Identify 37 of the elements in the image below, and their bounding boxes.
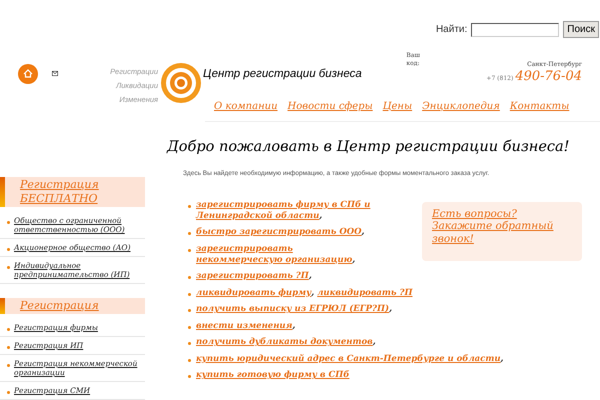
bullet-icon [7, 266, 10, 269]
bullet-icon [188, 204, 191, 208]
service-item[interactable]: получить дубликаты документов, [196, 337, 379, 348]
bullet-icon [188, 358, 191, 362]
bullet-icon [7, 346, 10, 349]
bullet-icon [188, 342, 191, 346]
search-button[interactable]: Поиск [563, 21, 599, 38]
home-icon[interactable] [18, 64, 38, 84]
service-item[interactable]: получить выписку из ЕГРЮЛ (ЕГР?П), [196, 304, 396, 316]
bullet-icon [7, 248, 10, 251]
bullet-icon [188, 276, 191, 280]
bullet-icon [188, 326, 191, 329]
bullet-icon [7, 391, 10, 394]
bullet-icon [7, 328, 10, 331]
phone-number: 490-76-04 [515, 68, 582, 86]
logo-text[interactable]: Центр регистрации бизнеса [203, 66, 362, 84]
service-item[interactable]: зарегистрировать ?П, [196, 271, 315, 282]
service-item[interactable]: зарегистрировать некоммерческую организацию, [196, 244, 382, 266]
accent-bar [0, 298, 5, 314]
bullet-icon [188, 232, 191, 236]
target-logo-icon [160, 62, 202, 104]
search-field[interactable] [471, 22, 560, 36]
bullet-icon [7, 221, 10, 224]
page-heading: Добро пожаловать в Центр регистрации бизнеса! [167, 138, 571, 157]
bullet-icon [188, 309, 191, 312]
service-item[interactable]: купить юридический адрес в Санкт-Петербурге и области, [196, 354, 506, 365]
bullet-icon [188, 248, 191, 252]
service-item[interactable]: быстро зарегистрировать ООО, [196, 227, 368, 238]
bullet-icon [188, 292, 191, 296]
search-label: Найти: [436, 23, 468, 37]
bullet-icon [188, 375, 191, 378]
bullet-icon [7, 364, 10, 367]
mail-icon[interactable] [52, 71, 58, 76]
service-item[interactable]: внести изменения, [196, 320, 298, 332]
service-item[interactable]: ликвидировать фирму, ликвидировать ?П [196, 288, 412, 299]
accent-bar [0, 177, 5, 207]
service-item[interactable]: зарегистрировать фирму в СПб и Ленинградской области, [196, 200, 382, 222]
